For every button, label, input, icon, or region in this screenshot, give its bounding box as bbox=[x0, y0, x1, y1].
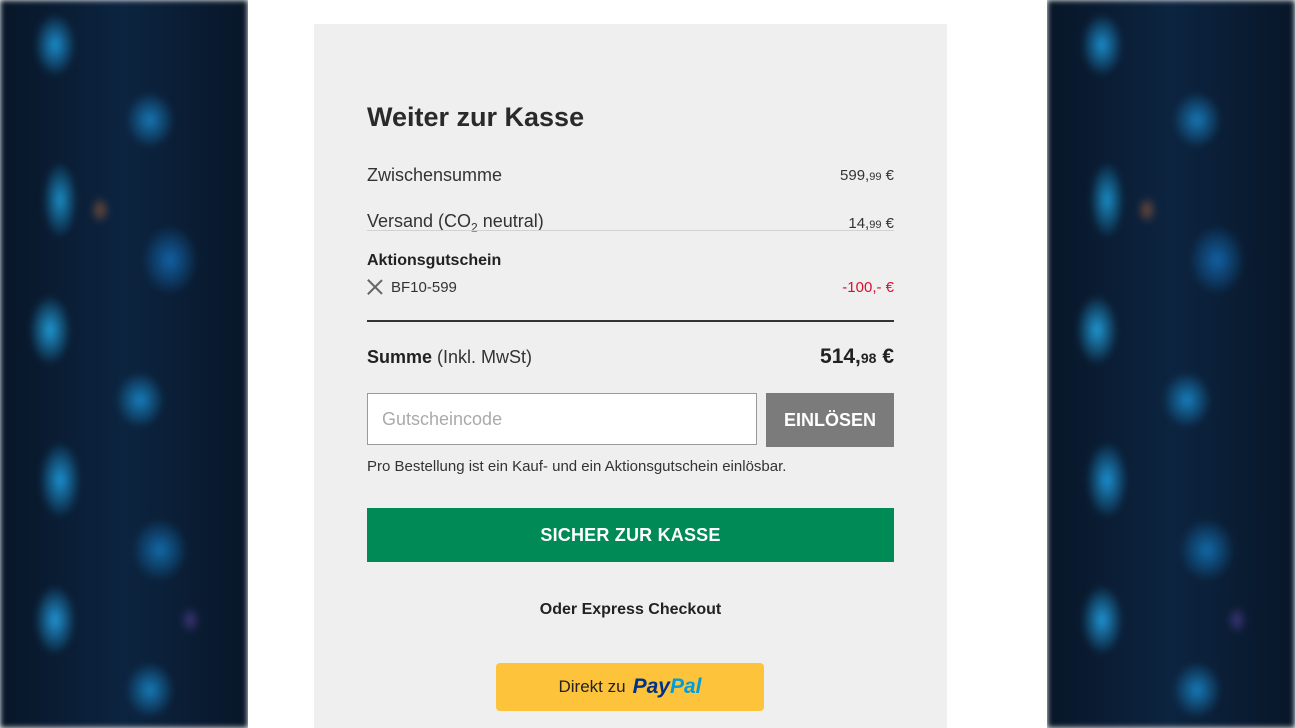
voucher-row: BF10-599 -100,- € bbox=[367, 276, 894, 298]
shipping-label: Versand (CO2 neutral) bbox=[367, 211, 544, 235]
background-right bbox=[1047, 0, 1295, 728]
shipping-row: Versand (CO2 neutral) 14,99 € bbox=[367, 210, 894, 236]
voucher-code: BF10-599 bbox=[391, 278, 457, 296]
total-label: Summe (Inkl. MwSt) bbox=[367, 346, 533, 367]
redeem-button[interactable]: EINLÖSEN bbox=[766, 393, 894, 447]
voucher-discount: -100,- € bbox=[842, 278, 894, 296]
total-row: Summe (Inkl. MwSt) 514,98 € bbox=[367, 342, 894, 372]
paypal-button[interactable]: Direkt zu PayPal bbox=[496, 663, 764, 711]
checkout-panel: Weiter zur Kasse Zwischensumme 599,99 € … bbox=[314, 24, 947, 728]
express-checkout-label: Oder Express Checkout bbox=[539, 601, 722, 618]
close-icon[interactable] bbox=[367, 279, 383, 295]
coupon-input[interactable] bbox=[367, 393, 757, 445]
voucher-title: Aktionsgutschein bbox=[367, 252, 502, 269]
paypal-logo: PayPal bbox=[632, 675, 702, 698]
subtotal-row: Zwischensumme 599,99 € bbox=[367, 162, 894, 188]
subtotal-amount: 599,99 € bbox=[840, 166, 894, 184]
voucher-code-group: BF10-599 bbox=[367, 279, 457, 296]
checkout-button[interactable]: SICHER ZUR KASSE bbox=[367, 508, 894, 562]
checkout-title: Weiter zur Kasse bbox=[367, 102, 585, 132]
coupon-note: Pro Bestellung ist ein Kauf- und ein Akt… bbox=[367, 458, 787, 475]
background-left bbox=[0, 0, 248, 728]
total-amount: 514,98 € bbox=[820, 345, 894, 368]
shipping-amount: 14,99 € bbox=[848, 214, 894, 232]
divider bbox=[367, 230, 894, 231]
paypal-prefix: Direkt zu bbox=[558, 677, 626, 696]
total-divider bbox=[367, 320, 894, 322]
subtotal-label: Zwischensumme bbox=[367, 164, 503, 185]
